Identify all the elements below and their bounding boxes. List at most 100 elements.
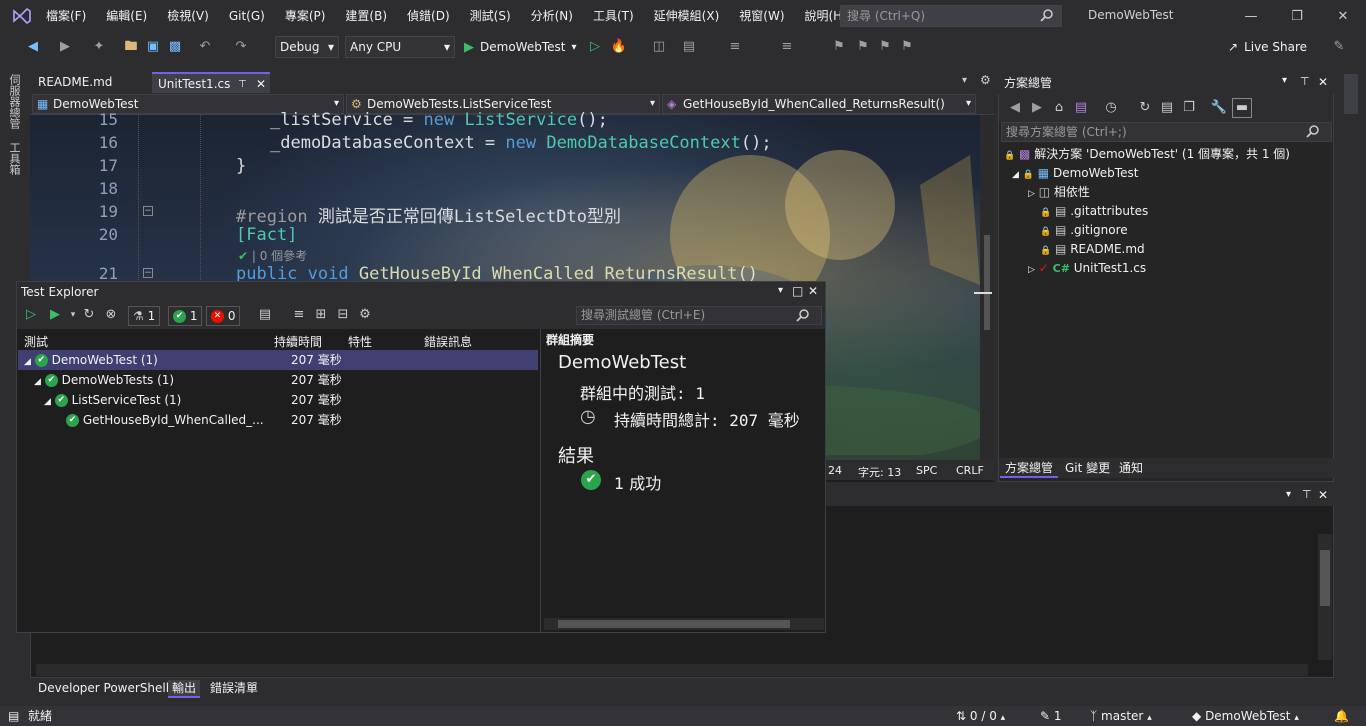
tab-git-changes[interactable]: Git 變更 xyxy=(1060,460,1115,476)
server-explorer-tab[interactable]: 伺服器總管 xyxy=(6,74,22,129)
test-row[interactable]: ◢ ✔ DemoWebTest (1) 207 毫秒 xyxy=(18,350,538,370)
chevron-down-icon[interactable]: ▾ xyxy=(1282,75,1287,86)
sync-icon[interactable]: ↻ xyxy=(1136,99,1154,117)
properties-rail-tab[interactable] xyxy=(1344,74,1358,114)
menu-item-1[interactable]: 編輯(E) xyxy=(96,0,157,32)
forward-icon[interactable]: ▶ xyxy=(1028,99,1046,117)
hot-reload-icon[interactable]: 🔥 xyxy=(610,38,628,56)
collapse-all-icon[interactable]: ⊟ xyxy=(334,306,352,324)
tab-solution-explorer[interactable]: 方案總管 xyxy=(1000,460,1059,478)
tree-file-unittest1[interactable]: ▷ ✓ C# UnitTest1.cs xyxy=(1000,259,1146,278)
switch-view-icon[interactable]: ▤ xyxy=(1072,99,1090,117)
solution-search-input[interactable]: 搜尋方案總管 (Ctrl+;) xyxy=(1001,122,1332,142)
pin-icon[interactable]: ⊤ xyxy=(1300,75,1310,88)
undo-icon[interactable]: ↶ xyxy=(196,38,214,56)
bookmark-clear-icon[interactable]: ⚑ xyxy=(898,38,916,56)
scrollbar-thumb[interactable] xyxy=(984,235,990,330)
save-all-icon[interactable]: ▩ xyxy=(166,38,184,56)
menu-item-0[interactable]: 檔案(F) xyxy=(36,0,96,32)
tree-dependencies[interactable]: ▷ ◫ 相依性 xyxy=(1000,183,1090,202)
preview-icon[interactable]: ▬ xyxy=(1232,98,1252,118)
menu-item-3[interactable]: Git(G) xyxy=(219,0,275,32)
menu-item-6[interactable]: 偵錯(D) xyxy=(397,0,460,32)
bookmark-next-icon[interactable]: ⚑ xyxy=(876,38,894,56)
menu-item-4[interactable]: 專案(P) xyxy=(275,0,336,32)
browse-icon[interactable]: ◫ xyxy=(650,38,668,56)
search-input[interactable]: 搜尋 (Ctrl+Q) xyxy=(840,5,1062,27)
collapse-all-icon[interactable]: ▤ xyxy=(1158,99,1176,117)
comment-icon[interactable]: ≡ xyxy=(778,38,796,56)
collapse-region-icon[interactable]: − xyxy=(143,206,153,216)
repository-selector[interactable]: ◆ DemoWebTest ▴ xyxy=(1192,709,1299,726)
test-row[interactable]: ◢ ✔ DemoWebTests (1) 207 毫秒 xyxy=(18,370,538,390)
start-without-debug-icon[interactable]: ▷ xyxy=(586,38,604,56)
column-header-error[interactable]: 錯誤訊息 xyxy=(424,333,472,350)
wrench-icon[interactable]: 🔧 xyxy=(1210,99,1228,117)
chevron-down-icon[interactable]: ▾ xyxy=(778,285,783,296)
pending-commits[interactable]: ✎ 1 xyxy=(1040,709,1062,724)
close-tab-icon[interactable]: ✕ xyxy=(256,74,266,95)
tab-overflow-icon[interactable]: ▾ xyxy=(962,75,967,86)
maximize-icon[interactable]: □ xyxy=(792,284,803,298)
cancel-run-icon[interactable]: ⊗ xyxy=(102,306,120,324)
gear-icon[interactable]: ⚙ xyxy=(980,73,991,87)
column-header-test[interactable]: 測試 xyxy=(24,333,48,350)
menu-item-10[interactable]: 延伸模組(X) xyxy=(644,0,730,32)
home-icon[interactable]: ⌂ xyxy=(1050,99,1068,117)
tree-file-gitignore[interactable]: 🔒 ▤ .gitignore xyxy=(1000,221,1128,240)
menu-item-9[interactable]: 工具(T) xyxy=(583,0,644,32)
tab-error-list[interactable]: 錯誤清單 xyxy=(206,680,262,696)
live-share-button[interactable]: ↗ Live Share xyxy=(1228,40,1307,54)
tree-project[interactable]: ◢ 🔒 ▦ DemoWebTest xyxy=(1000,164,1138,183)
column-indicator[interactable]: 字元: 13 xyxy=(858,464,901,480)
menu-item-8[interactable]: 分析(N) xyxy=(521,0,583,32)
open-folder-icon[interactable]: 🖿 xyxy=(122,38,140,56)
pin-icon[interactable]: ⊤ xyxy=(1302,488,1312,501)
playlist-icon[interactable]: ▤ xyxy=(256,306,274,324)
show-all-files-icon[interactable]: ❐ xyxy=(1180,99,1198,117)
configuration-select[interactable]: Debug ▾ xyxy=(275,36,339,58)
test-row[interactable]: ◢ ✔ ListServiceTest (1) 207 毫秒 xyxy=(18,390,538,410)
redo-icon[interactable]: ↷ xyxy=(232,38,250,56)
scrollbar-thumb[interactable] xyxy=(558,620,790,628)
close-icon[interactable]: ✕ xyxy=(1318,75,1328,89)
line-ending-indicator[interactable]: CRLF xyxy=(956,464,984,477)
toolbox-tab[interactable]: 工具箱 xyxy=(6,142,22,175)
tree-file-readme[interactable]: 🔒 ▤ README.md xyxy=(1000,240,1145,259)
feedback-icon[interactable]: ✎ xyxy=(1330,38,1348,56)
pin-icon[interactable]: ⊤ xyxy=(238,74,247,95)
repeat-run-icon[interactable]: ↻ xyxy=(80,306,98,324)
chevron-down-icon[interactable]: ▾ xyxy=(1286,489,1291,500)
column-header-traits[interactable]: 特性 xyxy=(348,333,372,350)
tree-solution[interactable]: 🔒 ▩ 解決方案 'DemoWebTest' (1 個專案，共 1 個) xyxy=(1000,145,1290,164)
tab-unittest1[interactable]: UnitTest1.cs ⊤ ✕ xyxy=(152,72,270,93)
close-icon[interactable]: ✕ xyxy=(1320,0,1366,32)
line-indicator[interactable]: 24 xyxy=(828,464,842,477)
column-header-duration[interactable]: 持續時間 xyxy=(274,333,322,350)
menu-item-11[interactable]: 視窗(W) xyxy=(729,0,794,32)
codelens-references[interactable]: ✔ | 0 個參考 xyxy=(238,247,307,264)
collapse-method-icon[interactable]: − xyxy=(143,268,153,278)
close-icon[interactable]: ✕ xyxy=(808,284,818,298)
platform-select[interactable]: Any CPU ▾ xyxy=(345,36,455,58)
notifications-icon[interactable]: 🔔 xyxy=(1334,709,1349,724)
test-search-input[interactable]: 搜尋測試總管 (Ctrl+E) xyxy=(576,306,822,325)
new-project-icon[interactable]: ✦ xyxy=(90,38,108,56)
close-icon[interactable]: ✕ xyxy=(1318,488,1328,502)
test-row[interactable]: ✔ GetHouseById_WhenCalled_... 207 毫秒 xyxy=(18,410,538,430)
pending-changes-icon[interactable]: ◷ xyxy=(1102,99,1120,117)
tree-file-gitattributes[interactable]: 🔒 ▤ .gitattributes xyxy=(1000,202,1148,221)
menu-item-2[interactable]: 檢視(V) xyxy=(157,0,219,32)
forward-icon[interactable]: ▶ xyxy=(56,38,74,56)
run-all-icon[interactable]: ▷ xyxy=(22,306,40,324)
tab-notifications[interactable]: 通知 xyxy=(1114,460,1148,476)
total-tests-badge[interactable]: ⚗ 1 xyxy=(128,306,161,326)
whitespace-indicator[interactable]: SPC xyxy=(916,464,937,477)
bookmark-prev-icon[interactable]: ⚑ xyxy=(854,38,872,56)
menu-item-5[interactable]: 建置(B) xyxy=(335,0,397,32)
changes-indicator[interactable]: ⇅ 0 / 0 ▴ xyxy=(956,709,1005,726)
save-icon[interactable]: ▣ xyxy=(144,38,162,56)
run-icon[interactable]: ▶ xyxy=(46,306,64,324)
menu-item-7[interactable]: 測試(S) xyxy=(460,0,521,32)
gear-icon[interactable]: ⚙ xyxy=(356,306,374,324)
